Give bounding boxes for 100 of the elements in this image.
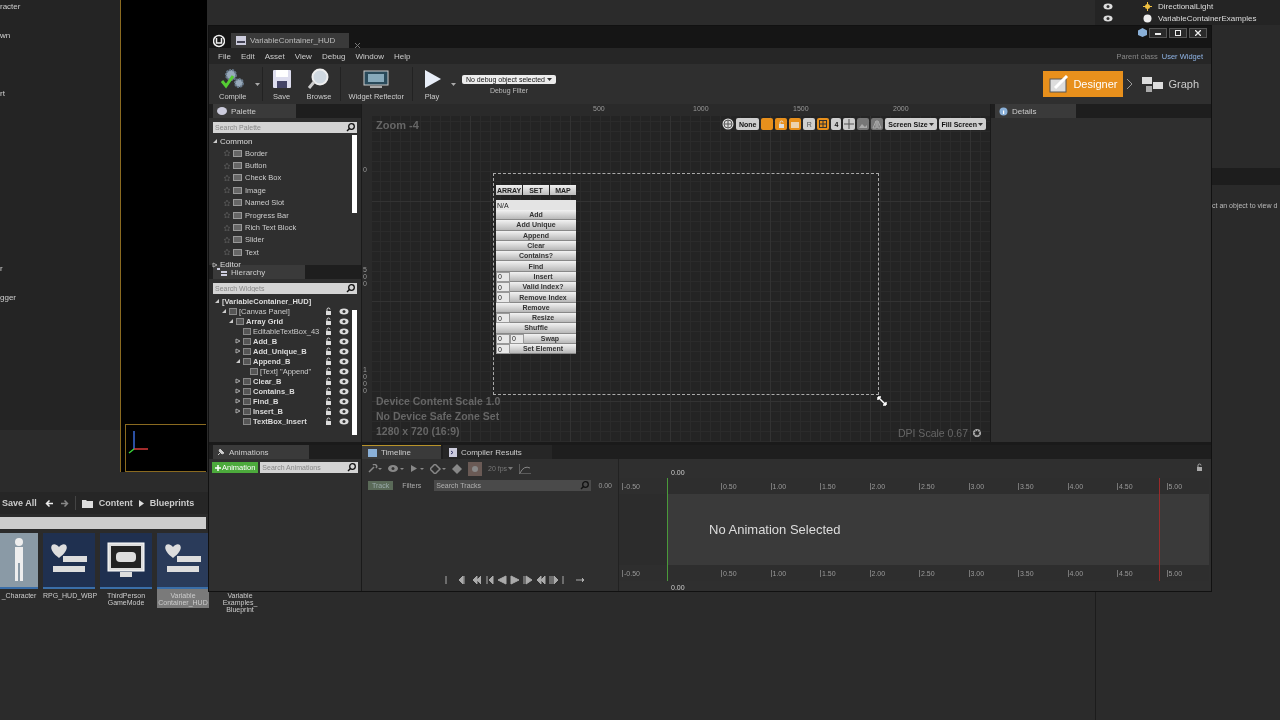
asset-thumbnail[interactable] — [100, 533, 152, 589]
menu-item[interactable]: Help — [388, 51, 416, 61]
menu-item[interactable]: Edit — [235, 51, 260, 61]
animations-tab[interactable]: Animations — [213, 445, 309, 459]
category-header[interactable]: Common — [212, 135, 361, 147]
outline-toggle[interactable] — [761, 118, 774, 130]
eye-icon[interactable] — [339, 337, 349, 345]
eye-icon[interactable] — [339, 367, 349, 375]
padlock-icon[interactable] — [325, 327, 332, 335]
end-marker[interactable] — [1159, 478, 1160, 581]
padlock-icon[interactable] — [325, 347, 332, 355]
playback-control-icon[interactable] — [523, 575, 533, 585]
star-icon — [224, 187, 230, 194]
playback-control-icon[interactable] — [458, 575, 468, 585]
menu-item[interactable]: Debug — [316, 51, 351, 61]
collapse-arrow-icon[interactable] — [235, 358, 241, 364]
details-tab[interactable]: Details — [995, 104, 1077, 118]
pencil-canvas-icon — [1049, 75, 1070, 93]
playback-control-icon[interactable] — [575, 575, 585, 585]
padlock-icon[interactable] — [325, 397, 332, 405]
expand-arrow-icon[interactable] — [212, 261, 218, 268]
dropdown-caret-icon[interactable] — [450, 82, 456, 86]
menu-item[interactable]: Window — [350, 51, 389, 61]
eye-icon[interactable] — [1103, 2, 1113, 10]
resize-arrow-icon[interactable] — [877, 396, 887, 406]
key-diamond-icon[interactable] — [430, 463, 446, 474]
panel-tab[interactable]: Timeline — [362, 445, 441, 459]
playback-control-icon[interactable] — [536, 575, 546, 585]
eye-icon[interactable] — [339, 377, 349, 385]
padlock-icon[interactable] — [325, 317, 332, 325]
cube-icon — [1138, 28, 1147, 37]
outliner-label: wn — [0, 31, 11, 40]
padlock-icon[interactable] — [325, 367, 332, 375]
outliner-label: racter — [0, 2, 21, 11]
menu-item[interactable]: View — [289, 51, 317, 61]
padlock-icon[interactable] — [325, 417, 332, 425]
eye-icon[interactable] — [339, 347, 349, 355]
star-icon — [224, 249, 230, 256]
dropdown-caret-icon[interactable] — [254, 82, 260, 86]
play-menu-icon[interactable] — [410, 464, 424, 473]
padlock-icon[interactable] — [325, 307, 332, 315]
eye-icon[interactable] — [339, 327, 349, 335]
collapse-arrow-icon[interactable] — [212, 138, 218, 144]
unlock-icon[interactable] — [1196, 463, 1203, 471]
grid-toggle[interactable] — [817, 118, 830, 130]
outliner-item[interactable]: DirectionalLight — [1158, 1, 1214, 11]
device-info: Device Content Scale 1.0 — [376, 394, 501, 409]
playback-control-icon[interactable] — [471, 575, 481, 585]
asset-thumbnail[interactable] — [157, 533, 209, 589]
path-crumb[interactable]: Content — [98, 498, 133, 508]
curve-icon[interactable] — [519, 463, 532, 474]
wrench-icon[interactable] — [368, 464, 382, 473]
eye-icon[interactable] — [339, 307, 349, 315]
menu-item[interactable]: Asset — [259, 51, 290, 61]
design-canvas[interactable] — [372, 116, 990, 442]
panel-tab[interactable]: Compiler Results — [442, 445, 552, 459]
maximize-button[interactable] — [1169, 28, 1187, 38]
padlock-icon[interactable] — [325, 407, 332, 415]
document-tab[interactable]: VariableContainer_HUD — [231, 33, 350, 48]
eye-icon[interactable] — [339, 397, 349, 405]
padlock-icon[interactable] — [325, 357, 332, 365]
close-icon[interactable] — [355, 43, 361, 48]
key-tag-icon[interactable] — [452, 463, 462, 474]
asset-thumbnail[interactable] — [43, 533, 95, 589]
menu-item[interactable]: File — [213, 51, 236, 61]
playback-control-icon[interactable] — [549, 575, 559, 585]
caret-icon — [546, 77, 552, 81]
image-icon[interactable] — [857, 118, 870, 130]
outliner-label: rt — [0, 89, 5, 98]
padlock-icon[interactable] — [325, 387, 332, 395]
padlock-icon[interactable] — [325, 337, 332, 345]
eye-icon[interactable] — [339, 357, 349, 365]
eye-icon[interactable] — [339, 317, 349, 325]
scrollbar[interactable] — [352, 135, 357, 213]
eye-menu-icon[interactable] — [388, 464, 404, 473]
outliner-label: r — [0, 264, 3, 273]
eye-icon[interactable] — [339, 417, 349, 425]
globe-icon[interactable] — [721, 118, 734, 130]
keyframe-toggle-icon[interactable] — [468, 461, 482, 476]
chevron-right-icon — [1127, 79, 1133, 89]
outliner-item[interactable]: VariableContainerExamples — [1158, 13, 1257, 23]
mirror-icon[interactable] — [871, 118, 884, 130]
move-icon[interactable] — [843, 118, 856, 130]
eye-icon[interactable] — [1103, 14, 1113, 22]
path-crumb[interactable]: Blueprints — [149, 498, 195, 508]
eye-icon[interactable] — [339, 407, 349, 415]
minimize-button[interactable] — [1149, 28, 1167, 38]
forward-arrow-icon[interactable] — [59, 498, 69, 508]
padlock-icon[interactable] — [325, 377, 332, 385]
asset-thumbnail[interactable] — [0, 533, 38, 589]
close-icon — [1195, 30, 1201, 36]
scrollbar[interactable] — [352, 310, 357, 435]
back-arrow-icon[interactable] — [44, 498, 54, 508]
save-all-button[interactable]: Save All — [0, 498, 39, 508]
playback-control-icon[interactable] — [484, 575, 494, 585]
close-button[interactable] — [1189, 28, 1207, 38]
settings-icon[interactable] — [972, 428, 982, 438]
palette-tab[interactable]: Palette — [213, 104, 296, 118]
eye-icon[interactable] — [339, 387, 349, 395]
mode-tab[interactable]: Graph — [1136, 71, 1205, 97]
